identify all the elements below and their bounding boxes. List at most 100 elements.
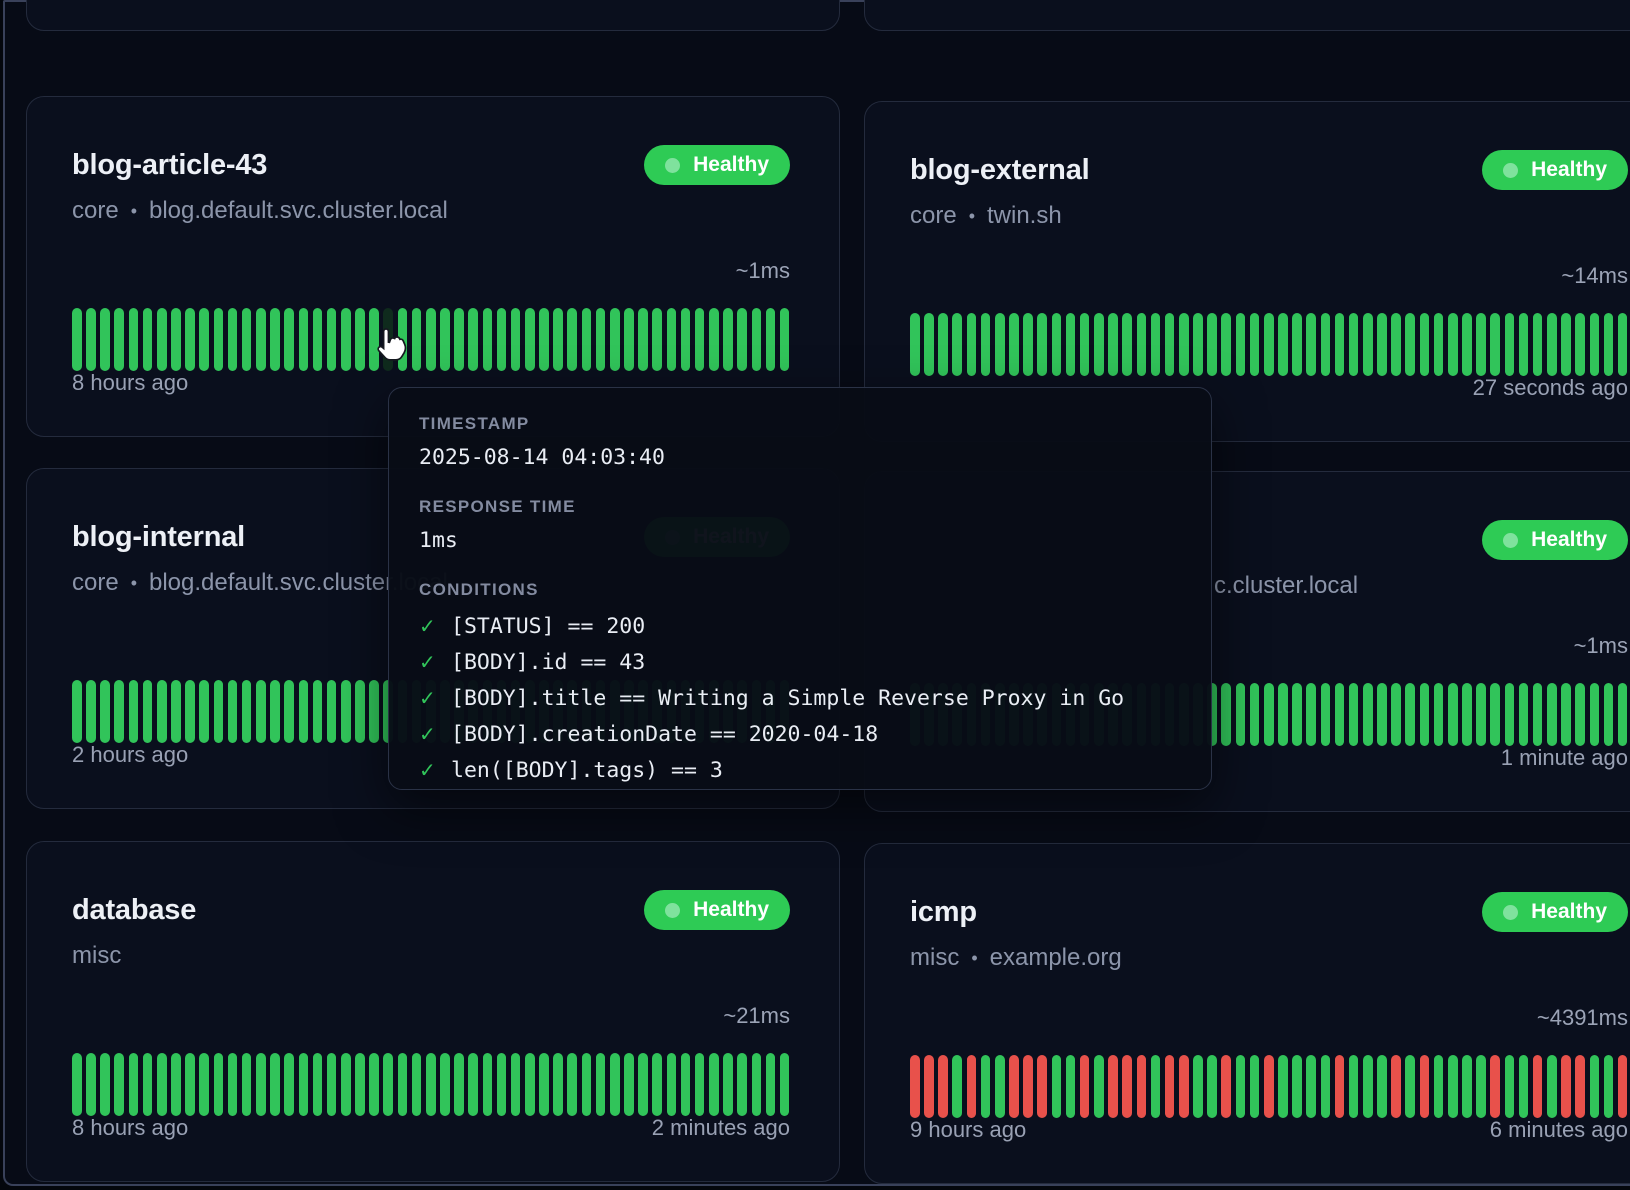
- uptime-bar[interactable]: [1604, 313, 1614, 376]
- uptime-bar[interactable]: [695, 308, 705, 371]
- uptime-bar[interactable]: [114, 680, 124, 743]
- uptime-bar[interactable]: [1179, 1055, 1189, 1118]
- uptime-bar[interactable]: [355, 1053, 365, 1116]
- uptime-bar[interactable]: [1448, 1055, 1458, 1118]
- uptime-bar[interactable]: [1462, 313, 1472, 376]
- uptime-bar[interactable]: [1377, 1055, 1387, 1118]
- uptime-bar[interactable]: [1377, 683, 1387, 746]
- uptime-bar[interactable]: [967, 313, 977, 376]
- uptime-bar[interactable]: [299, 308, 309, 371]
- uptime-bar[interactable]: [157, 308, 167, 371]
- uptime-bar[interactable]: [1519, 313, 1529, 376]
- uptime-bar[interactable]: [1476, 1055, 1486, 1118]
- uptime-bar[interactable]: [1278, 683, 1288, 746]
- uptime-bar[interactable]: [1278, 313, 1288, 376]
- uptime-bar[interactable]: [412, 1053, 422, 1116]
- uptime-bar[interactable]: [1490, 683, 1500, 746]
- uptime-bar[interactable]: [723, 308, 733, 371]
- uptime-bar[interactable]: [1137, 313, 1147, 376]
- uptime-bar[interactable]: [610, 1053, 620, 1116]
- uptime-bar[interactable]: [483, 308, 493, 371]
- uptime-bar[interactable]: [667, 308, 677, 371]
- uptime-bar[interactable]: [1391, 313, 1401, 376]
- uptime-bar[interactable]: [256, 680, 266, 743]
- uptime-bar[interactable]: [72, 308, 82, 371]
- uptime-bar[interactable]: [938, 313, 948, 376]
- uptime-bar[interactable]: [1462, 683, 1472, 746]
- uptime-bar[interactable]: [284, 308, 294, 371]
- uptime-bar[interactable]: [341, 308, 351, 371]
- uptime-bar[interactable]: [752, 308, 762, 371]
- uptime-bar[interactable]: [1151, 1055, 1161, 1118]
- uptime-bar[interactable]: [1321, 1055, 1331, 1118]
- uptime-bar[interactable]: [1505, 683, 1515, 746]
- uptime-bar[interactable]: [1151, 313, 1161, 376]
- uptime-bar[interactable]: [1108, 1055, 1118, 1118]
- uptime-bar[interactable]: [1533, 1055, 1543, 1118]
- uptime-bar[interactable]: [157, 1053, 167, 1116]
- uptime-bar[interactable]: [539, 1053, 549, 1116]
- uptime-bar[interactable]: [1080, 313, 1090, 376]
- uptime-bar[interactable]: [1604, 1055, 1614, 1118]
- uptime-bar[interactable]: [1405, 313, 1415, 376]
- uptime-bar[interactable]: [624, 1053, 634, 1116]
- uptime-bar[interactable]: [313, 1053, 323, 1116]
- uptime-bar[interactable]: [1122, 1055, 1132, 1118]
- uptime-bar[interactable]: [1108, 313, 1118, 376]
- uptime-bar[interactable]: [638, 308, 648, 371]
- uptime-bar[interactable]: [1476, 313, 1486, 376]
- uptime-bar[interactable]: [967, 1055, 977, 1118]
- uptime-bar[interactable]: [1236, 1055, 1246, 1118]
- uptime-bar[interactable]: [952, 313, 962, 376]
- uptime-bar[interactable]: [185, 1053, 195, 1116]
- uptime-bar[interactable]: [1321, 313, 1331, 376]
- uptime-bar[interactable]: [582, 308, 592, 371]
- uptime-bar[interactable]: [412, 308, 422, 371]
- uptime-bar[interactable]: [242, 1053, 252, 1116]
- uptime-bar[interactable]: [1519, 1055, 1529, 1118]
- uptime-bar[interactable]: [114, 1053, 124, 1116]
- uptime-bar[interactable]: [1080, 1055, 1090, 1118]
- uptime-bar[interactable]: [1391, 683, 1401, 746]
- uptime-bar[interactable]: [1505, 313, 1515, 376]
- uptime-bar[interactable]: [143, 680, 153, 743]
- uptime-bar[interactable]: [440, 1053, 450, 1116]
- uptime-bar[interactable]: [952, 1055, 962, 1118]
- uptime-bar[interactable]: [567, 1053, 577, 1116]
- uptime-bar[interactable]: [709, 1053, 719, 1116]
- uptime-bar[interactable]: [270, 680, 280, 743]
- uptime-bar[interactable]: [1137, 1055, 1147, 1118]
- uptime-bar[interactable]: [1250, 1055, 1260, 1118]
- uptime-bar[interactable]: [454, 308, 464, 371]
- uptime-bar[interactable]: [1306, 1055, 1316, 1118]
- uptime-bar[interactable]: [1052, 313, 1062, 376]
- uptime-bar[interactable]: [695, 1053, 705, 1116]
- uptime-bar[interactable]: [553, 1053, 563, 1116]
- uptime-bar[interactable]: [1292, 1055, 1302, 1118]
- uptime-bar[interactable]: [454, 1053, 464, 1116]
- uptime-bar[interactable]: [981, 1055, 991, 1118]
- uptime-bar[interactable]: [242, 680, 252, 743]
- uptime-bar[interactable]: [341, 1053, 351, 1116]
- uptime-bar[interactable]: [610, 308, 620, 371]
- uptime-bar[interactable]: [1575, 683, 1585, 746]
- uptime-bar[interactable]: [1420, 683, 1430, 746]
- uptime-bar[interactable]: [369, 680, 379, 743]
- uptime-bar[interactable]: [284, 680, 294, 743]
- uptime-bar[interactable]: [1349, 683, 1359, 746]
- uptime-bar[interactable]: [1094, 313, 1104, 376]
- uptime-bar[interactable]: [256, 308, 266, 371]
- uptime-bar[interactable]: [1349, 1055, 1359, 1118]
- uptime-bar[interactable]: [327, 1053, 337, 1116]
- uptime-bar[interactable]: [313, 308, 323, 371]
- uptime-bar[interactable]: [511, 1053, 521, 1116]
- uptime-bar[interactable]: [1604, 683, 1614, 746]
- uptime-bar[interactable]: [242, 308, 252, 371]
- uptime-bar[interactable]: [1207, 1055, 1217, 1118]
- uptime-bar[interactable]: [440, 308, 450, 371]
- uptime-bar[interactable]: [185, 680, 195, 743]
- uptime-bar[interactable]: [553, 308, 563, 371]
- uptime-bar[interactable]: [525, 308, 535, 371]
- uptime-bar[interactable]: [497, 1053, 507, 1116]
- uptime-bar[interactable]: [171, 308, 181, 371]
